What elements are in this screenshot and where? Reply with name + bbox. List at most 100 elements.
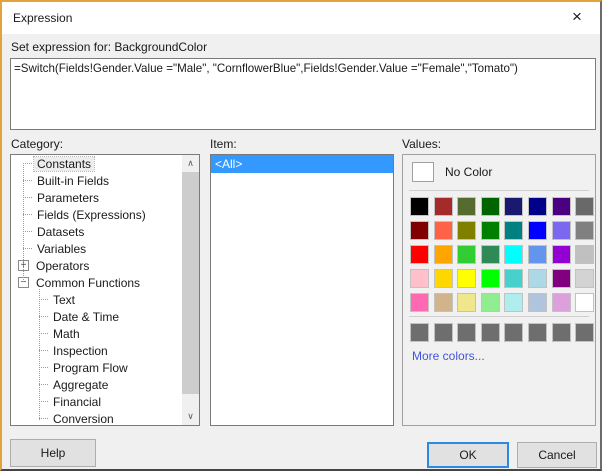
custom-color-row bbox=[410, 323, 599, 342]
color-swatch[interactable] bbox=[457, 269, 477, 288]
scroll-down-icon[interactable]: ∨ bbox=[182, 408, 199, 425]
custom-color-swatch[interactable] bbox=[504, 323, 524, 342]
category-scrollbar[interactable]: ∧ ∨ bbox=[182, 155, 199, 425]
tree-item-inspection[interactable]: Inspection bbox=[11, 342, 182, 359]
tree-item-date-time[interactable]: Date & Time bbox=[11, 308, 182, 325]
tree-item-aggregate[interactable]: Aggregate bbox=[11, 376, 182, 393]
color-swatch[interactable] bbox=[551, 197, 571, 216]
color-swatch[interactable] bbox=[551, 293, 571, 312]
no-color-option[interactable]: No Color bbox=[412, 162, 492, 182]
tree-item-math[interactable]: Math bbox=[11, 325, 182, 342]
color-swatch[interactable] bbox=[575, 245, 595, 264]
tree-item-label: Constants bbox=[32, 155, 96, 172]
color-swatch[interactable] bbox=[527, 197, 547, 216]
item-option-all[interactable]: <All> bbox=[211, 155, 393, 173]
category-tree: Constants Built-in Fields Parameters Fields… bbox=[11, 155, 182, 425]
color-swatch[interactable] bbox=[410, 245, 429, 264]
ok-button[interactable]: OK bbox=[427, 442, 509, 468]
color-swatch[interactable] bbox=[457, 293, 477, 312]
tree-item-variables[interactable]: Variables bbox=[11, 240, 182, 257]
color-swatch[interactable] bbox=[551, 221, 571, 240]
tree-connector-line bbox=[39, 289, 40, 420]
color-swatch[interactable] bbox=[480, 245, 500, 264]
tree-item-conversion[interactable]: Conversion bbox=[11, 410, 182, 425]
tree-item-built-in-fields[interactable]: Built-in Fields bbox=[11, 172, 182, 189]
custom-color-swatch[interactable] bbox=[457, 323, 477, 342]
color-swatch[interactable] bbox=[433, 197, 453, 216]
cancel-button[interactable]: Cancel bbox=[517, 442, 597, 468]
color-swatch[interactable] bbox=[527, 221, 547, 240]
tree-item-parameters[interactable]: Parameters bbox=[11, 189, 182, 206]
color-swatch[interactable] bbox=[410, 197, 429, 216]
color-swatch[interactable] bbox=[410, 293, 429, 312]
color-swatch[interactable] bbox=[551, 269, 571, 288]
color-swatch[interactable] bbox=[504, 293, 524, 312]
color-swatch[interactable] bbox=[480, 269, 500, 288]
scroll-up-icon[interactable]: ∧ bbox=[182, 155, 199, 172]
tree-connector-dash bbox=[23, 197, 32, 198]
color-swatch[interactable] bbox=[480, 293, 500, 312]
color-swatch[interactable] bbox=[575, 293, 595, 312]
tree-item-label: Aggregate bbox=[53, 377, 109, 392]
color-swatch[interactable] bbox=[457, 221, 477, 240]
color-swatch[interactable] bbox=[527, 269, 547, 288]
tree-item-label: Math bbox=[53, 326, 80, 341]
custom-color-swatch[interactable] bbox=[433, 323, 453, 342]
more-colors-link[interactable]: More colors... bbox=[412, 349, 485, 363]
tree-item-constants[interactable]: Constants bbox=[11, 155, 182, 172]
custom-color-swatch[interactable] bbox=[527, 323, 547, 342]
color-swatch[interactable] bbox=[527, 293, 547, 312]
tree-item-datasets[interactable]: Datasets bbox=[11, 223, 182, 240]
help-button[interactable]: Help bbox=[10, 439, 96, 467]
color-swatch[interactable] bbox=[433, 293, 453, 312]
color-swatch[interactable] bbox=[575, 221, 595, 240]
no-color-label: No Color bbox=[445, 165, 493, 179]
custom-color-swatch[interactable] bbox=[551, 323, 571, 342]
color-swatch[interactable] bbox=[410, 269, 429, 288]
color-swatch[interactable] bbox=[457, 245, 477, 264]
color-swatch[interactable] bbox=[504, 221, 524, 240]
divider bbox=[409, 190, 589, 191]
color-swatch[interactable] bbox=[480, 197, 500, 216]
tree-item-program-flow[interactable]: Program Flow bbox=[11, 359, 182, 376]
values-panel: No Color More colors... bbox=[402, 154, 596, 426]
divider bbox=[409, 316, 589, 317]
category-listbox: Constants Built-in Fields Parameters Fields… bbox=[10, 154, 200, 426]
color-swatch[interactable] bbox=[480, 221, 500, 240]
expression-input[interactable]: =Switch(Fields!Gender.Value ="Male", "Co… bbox=[10, 58, 596, 130]
expression-dialog: Expression × Set expression for: Backgro… bbox=[0, 0, 602, 471]
tree-item-financial[interactable]: Financial bbox=[11, 393, 182, 410]
color-swatch[interactable] bbox=[504, 197, 524, 216]
close-icon[interactable]: × bbox=[560, 2, 594, 32]
custom-color-swatch[interactable] bbox=[575, 323, 595, 342]
color-swatch[interactable] bbox=[457, 197, 477, 216]
tree-item-fields-expressions[interactable]: Fields (Expressions) bbox=[11, 206, 182, 223]
palette-row bbox=[410, 245, 599, 264]
tree-item-label: Fields (Expressions) bbox=[37, 207, 146, 222]
palette-row bbox=[410, 293, 599, 312]
scrollbar-thumb[interactable] bbox=[182, 172, 199, 394]
color-swatch[interactable] bbox=[504, 245, 524, 264]
custom-color-swatch[interactable] bbox=[480, 323, 500, 342]
tree-connector-dash bbox=[23, 163, 32, 164]
color-swatch[interactable] bbox=[433, 221, 453, 240]
color-swatch[interactable] bbox=[504, 269, 524, 288]
tree-connector-dash bbox=[39, 401, 48, 402]
tree-item-text[interactable]: Text bbox=[11, 291, 182, 308]
tree-connector-dash bbox=[39, 299, 48, 300]
color-swatch[interactable] bbox=[410, 221, 429, 240]
tree-item-common-functions[interactable]: − Common Functions bbox=[11, 274, 182, 291]
tree-item-operators[interactable]: + Operators bbox=[11, 257, 182, 274]
color-swatch[interactable] bbox=[527, 245, 547, 264]
color-swatch[interactable] bbox=[575, 197, 595, 216]
color-swatch[interactable] bbox=[433, 269, 453, 288]
tree-connector-dash bbox=[39, 316, 48, 317]
no-color-swatch[interactable] bbox=[412, 162, 434, 182]
palette-row bbox=[410, 269, 599, 288]
tree-item-label: Operators bbox=[36, 258, 90, 273]
color-swatch[interactable] bbox=[575, 269, 595, 288]
color-swatch[interactable] bbox=[551, 245, 571, 264]
color-swatch[interactable] bbox=[433, 245, 453, 264]
tree-connector-dash bbox=[39, 418, 48, 419]
custom-color-swatch[interactable] bbox=[410, 323, 429, 342]
